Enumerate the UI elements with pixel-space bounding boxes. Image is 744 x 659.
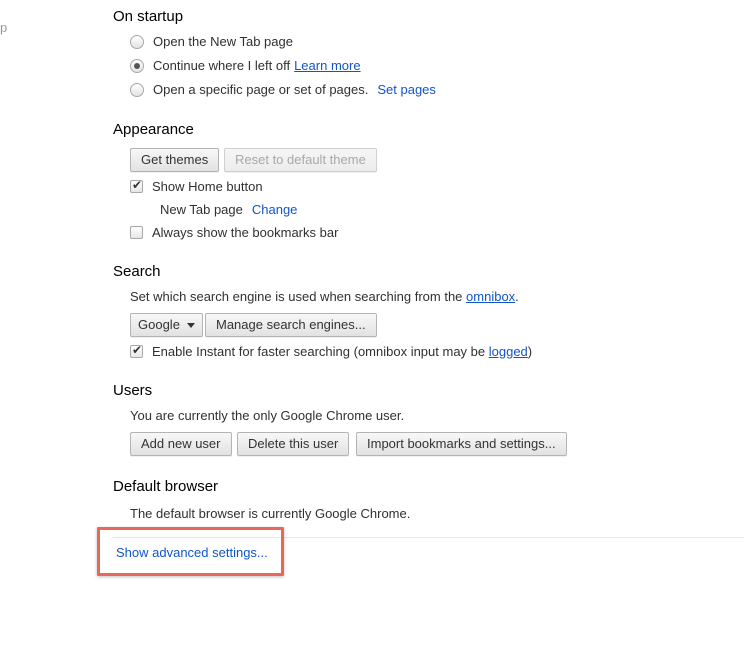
on-startup-heading: On startup	[113, 8, 184, 25]
default-browser-description: The default browser is currently Google …	[130, 506, 410, 521]
bookmarks-bar-option[interactable]: Always show the bookmarks bar	[130, 225, 338, 240]
learn-more-link[interactable]: Learn more	[294, 58, 360, 73]
search-description: Set which search engine is used when sea…	[130, 289, 519, 304]
instant-label: Enable Instant for faster searching (omn…	[152, 344, 489, 359]
bookmarks-bar-checkbox[interactable]	[130, 226, 143, 239]
radio-new-tab[interactable]	[130, 34, 144, 49]
show-home-checkbox[interactable]	[130, 178, 143, 193]
default-browser-text: The default browser is currently Google …	[130, 506, 411, 521]
add-new-user-button[interactable]: Add new user	[130, 432, 232, 456]
show-home-label: Show Home button	[152, 179, 263, 194]
instant-label-suffix: )	[527, 344, 533, 359]
instant-checkbox[interactable]	[130, 343, 143, 358]
set-pages-link[interactable]: Set pages	[377, 82, 436, 97]
users-heading: Users	[113, 382, 153, 399]
search-section: Search	[113, 263, 161, 286]
search-description-suffix: .	[515, 289, 519, 304]
startup-option-label: Open a specific page or set of pages.	[153, 82, 369, 97]
default-browser-heading: Default browser	[113, 478, 219, 495]
reset-theme-button[interactable]: Reset to default theme	[224, 148, 377, 172]
search-description-text: Set which search engine is used when sea…	[130, 289, 467, 304]
users-section: Users	[113, 382, 152, 405]
change-home-link[interactable]: Change	[252, 202, 298, 217]
startup-option-new-tab[interactable]: Open the New Tab page	[130, 34, 293, 49]
radio-continue[interactable]	[130, 58, 144, 73]
highlight-annotation-box	[97, 527, 284, 576]
search-engine-value: Google	[138, 317, 180, 332]
startup-option-continue[interactable]: Continue where I left off Learn more	[130, 58, 361, 73]
on-startup-section: On startup	[113, 8, 183, 31]
startup-option-label: Continue where I left off	[153, 58, 291, 73]
radio-specific-pages[interactable]	[130, 82, 144, 97]
sidebar-fragment: p	[0, 20, 8, 35]
delete-user-button[interactable]: Delete this user	[237, 432, 350, 456]
import-bookmarks-button[interactable]: Import bookmarks and settings...	[356, 432, 567, 456]
users-description-text: You are currently the only Google Chrome…	[130, 408, 405, 423]
manage-search-engines-button[interactable]: Manage search engines...	[205, 313, 377, 337]
logged-link[interactable]: logged	[489, 344, 528, 359]
startup-option-label: Open the New Tab page	[153, 34, 293, 49]
appearance-heading: Appearance	[113, 121, 194, 138]
appearance-section: Appearance	[113, 121, 194, 144]
instant-option[interactable]: Enable Instant for faster searching (omn…	[130, 343, 533, 359]
bookmarks-bar-label: Always show the bookmarks bar	[152, 225, 339, 240]
chevron-down-icon	[186, 323, 195, 329]
get-themes-button[interactable]: Get themes	[130, 148, 220, 172]
users-description: You are currently the only Google Chrome…	[130, 408, 404, 423]
show-home-button-option[interactable]: Show Home button	[130, 178, 263, 194]
home-page-row: New Tab page Change	[160, 202, 297, 217]
omnibox-link[interactable]: omnibox	[466, 289, 515, 304]
startup-option-specific-pages[interactable]: Open a specific page or set of pages. Se…	[130, 82, 436, 97]
search-engine-select[interactable]: Google	[130, 313, 203, 337]
home-page-label: New Tab page	[160, 202, 243, 217]
default-browser-section: Default browser	[113, 478, 218, 501]
search-heading: Search	[113, 263, 161, 280]
